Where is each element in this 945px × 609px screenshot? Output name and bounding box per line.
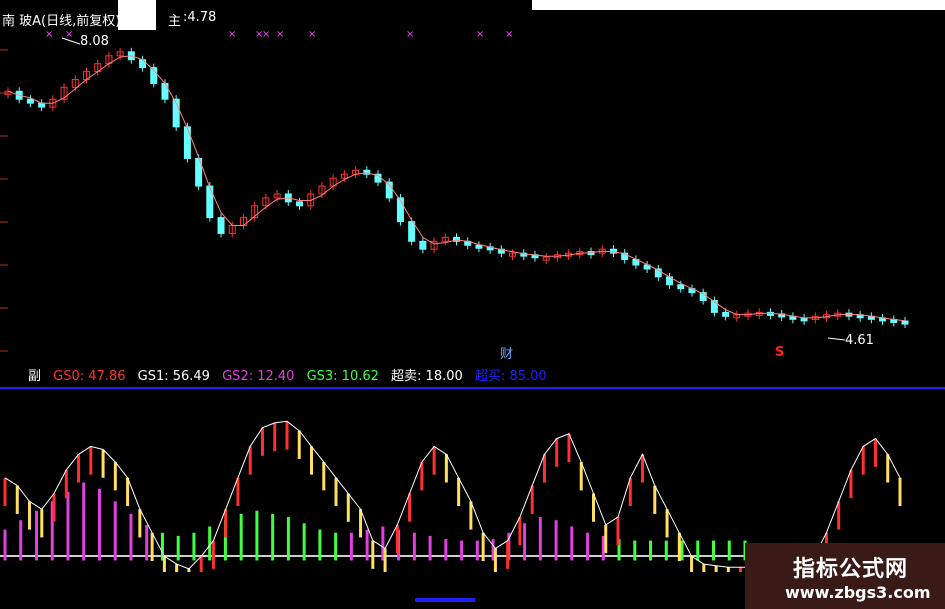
indicator-legend: 副 GS0: 47.86 GS1: 56.49 GS2: 12.40 GS3: … <box>28 365 555 384</box>
candle-body <box>475 244 483 249</box>
ma-line <box>7 55 906 322</box>
kline-chart-pane[interactable]: × × × × × × × × × × <box>0 0 945 609</box>
watermark-title: 指标公式网 <box>793 557 909 582</box>
top-marker: × <box>276 29 284 40</box>
candle-body <box>296 201 304 207</box>
header-mask-right <box>532 0 945 10</box>
stock-title: 南 玻A(日线,前复权) <box>2 14 121 29</box>
finance-marker[interactable]: 财 <box>500 343 513 362</box>
top-marker: × <box>406 29 414 40</box>
low-price-label: 4.61 <box>845 333 874 348</box>
watermark-url: www.zbgs3.com <box>785 583 931 602</box>
candle-body <box>419 240 427 250</box>
candle-body <box>38 102 46 108</box>
low-arrow <box>827 337 846 341</box>
bottom-scroll-marker <box>415 598 475 602</box>
header-mask <box>118 0 156 30</box>
candle-body <box>26 98 34 104</box>
top-header: 南 玻A(日线,前复权) 主 :4.78 <box>0 0 945 30</box>
legend-gs0: GS0: 47.86 <box>53 369 126 384</box>
high-price-label: 8.08 <box>80 34 109 49</box>
watermark-logo: 指标公式网 www.zbgs3.com <box>745 543 945 609</box>
candle-body <box>722 311 730 317</box>
candle-body <box>206 185 214 219</box>
main-indicator-value: :4.78 <box>183 10 217 25</box>
top-marker: × <box>476 29 484 40</box>
top-marker: × <box>45 29 53 40</box>
sell-signal-marker: S <box>775 345 785 360</box>
chart-canvas[interactable]: × × × ×× × × × × × <box>0 0 945 609</box>
candle-body <box>677 284 685 290</box>
indicator-title: 副 <box>28 369 42 384</box>
candle-body <box>183 126 191 159</box>
top-marker: × <box>505 29 513 40</box>
top-marker: × <box>262 29 270 40</box>
main-indicator-label: 主 <box>168 14 182 29</box>
candle-body <box>217 217 225 234</box>
candle-body <box>901 320 909 325</box>
top-marker: × <box>228 29 236 40</box>
legend-gs1: GS1: 56.49 <box>137 369 210 384</box>
top-marker: × <box>65 29 73 40</box>
legend-gs3: GS3: 10.62 <box>306 369 379 384</box>
legend-gs2: GS2: 12.40 <box>222 369 295 384</box>
legend-overbought: 超买: 85.00 <box>474 369 547 384</box>
candle-body <box>139 59 147 69</box>
candle-body <box>161 82 169 100</box>
legend-oversold: 超卖: 18.00 <box>391 369 463 384</box>
top-marker: × <box>308 29 316 40</box>
candle-body <box>408 221 416 242</box>
